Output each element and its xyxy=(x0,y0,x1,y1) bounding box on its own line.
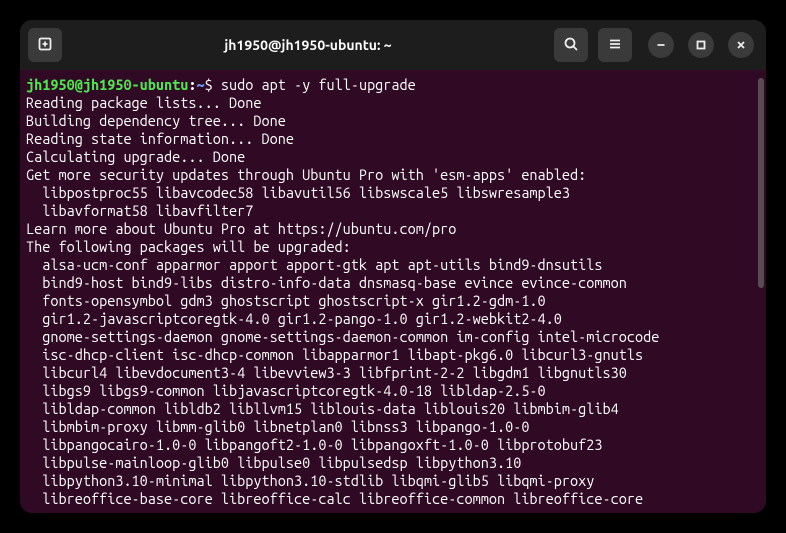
new-tab-button[interactable] xyxy=(28,28,62,62)
menu-button[interactable] xyxy=(598,28,632,62)
maximize-button[interactable] xyxy=(688,32,714,58)
command-text: sudo apt -y full-upgrade xyxy=(221,76,416,93)
close-button[interactable] xyxy=(728,32,754,58)
search-icon xyxy=(563,36,579,55)
scrollbar-thumb[interactable] xyxy=(758,78,764,288)
prompt-symbol: $ xyxy=(205,76,213,93)
prompt-path: ~ xyxy=(197,76,205,93)
terminal-content: jh1950@jh1950-ubuntu:~$ sudo apt -y full… xyxy=(26,76,766,508)
minimize-icon xyxy=(655,37,667,54)
titlebar: jh1950@jh1950-ubuntu: ~ xyxy=(20,20,766,70)
terminal-window: jh1950@jh1950-ubuntu: ~ xyxy=(20,20,766,513)
terminal-body[interactable]: jh1950@jh1950-ubuntu:~$ sudo apt -y full… xyxy=(20,70,766,513)
new-tab-icon xyxy=(37,36,53,55)
window-title: jh1950@jh1950-ubuntu: ~ xyxy=(68,37,548,53)
search-button[interactable] xyxy=(554,28,588,62)
maximize-icon xyxy=(695,37,707,54)
prompt-sep: : xyxy=(188,76,196,93)
minimize-button[interactable] xyxy=(648,32,674,58)
prompt-user-host: jh1950@jh1950-ubuntu xyxy=(26,76,188,93)
hamburger-icon xyxy=(607,36,623,55)
command-output: Reading package lists... Done Building d… xyxy=(26,94,659,507)
close-icon xyxy=(735,37,747,54)
